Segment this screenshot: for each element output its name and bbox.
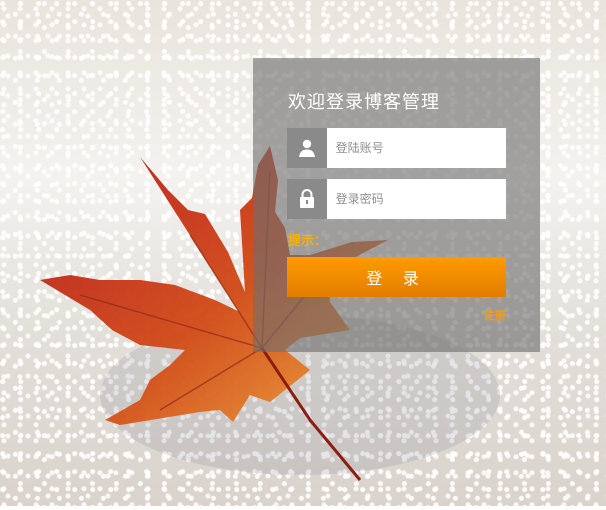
password-input[interactable] (326, 179, 506, 219)
lock-icon (287, 179, 327, 219)
tip-label: 提示： (288, 234, 328, 249)
username-field[interactable] (287, 128, 506, 168)
user-icon (287, 128, 327, 168)
username-input[interactable] (326, 128, 506, 168)
password-field[interactable] (287, 179, 506, 219)
login-button[interactable]: 登 录 (287, 257, 506, 297)
login-title: 欢迎登录博客管理 (288, 92, 440, 113)
register-link[interactable]: 注册 (484, 307, 506, 323)
